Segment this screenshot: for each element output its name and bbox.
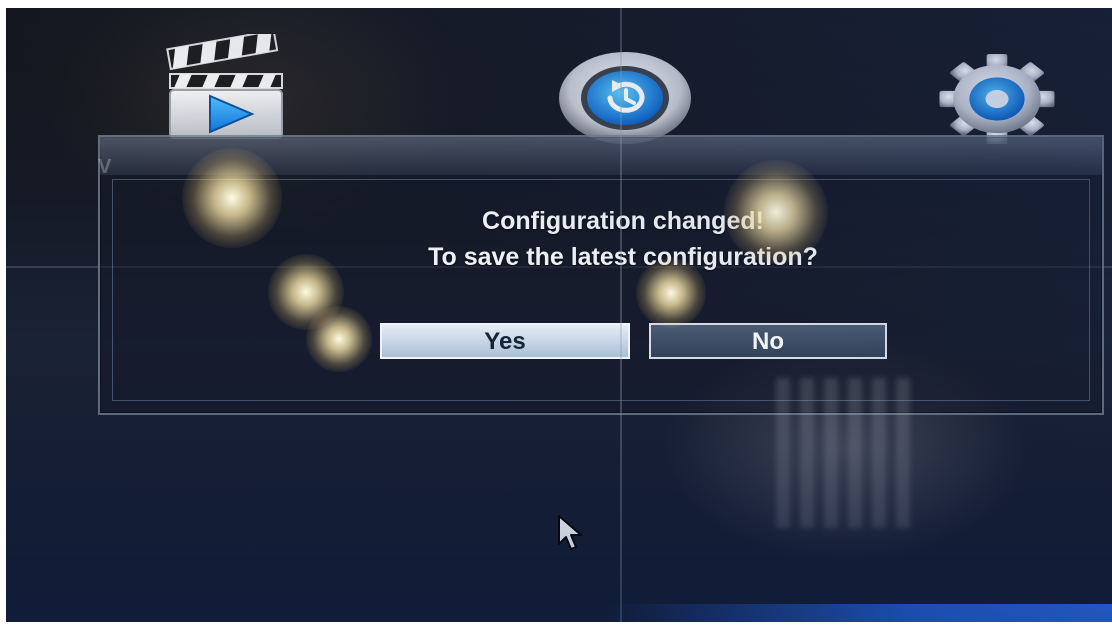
backup-restore-icon[interactable] bbox=[556, 46, 694, 146]
taskbar-strip bbox=[606, 604, 1112, 622]
gear-icon[interactable] bbox=[934, 52, 1060, 146]
dvr-screen: V bbox=[6, 8, 1112, 622]
dialog-message-line2: To save the latest configuration? bbox=[428, 243, 818, 271]
grid-divider-vertical bbox=[620, 8, 622, 622]
no-button[interactable]: No bbox=[649, 323, 887, 359]
save-config-dialog: Configuration changed! To save the lates… bbox=[98, 135, 1104, 415]
mouse-pointer-icon bbox=[557, 514, 585, 554]
video-clapperboard-icon[interactable] bbox=[156, 29, 296, 142]
yes-button[interactable]: Yes bbox=[380, 323, 630, 359]
dialog-title-bar bbox=[100, 137, 1102, 175]
dialog-message-line1: Configuration changed! bbox=[482, 207, 764, 235]
